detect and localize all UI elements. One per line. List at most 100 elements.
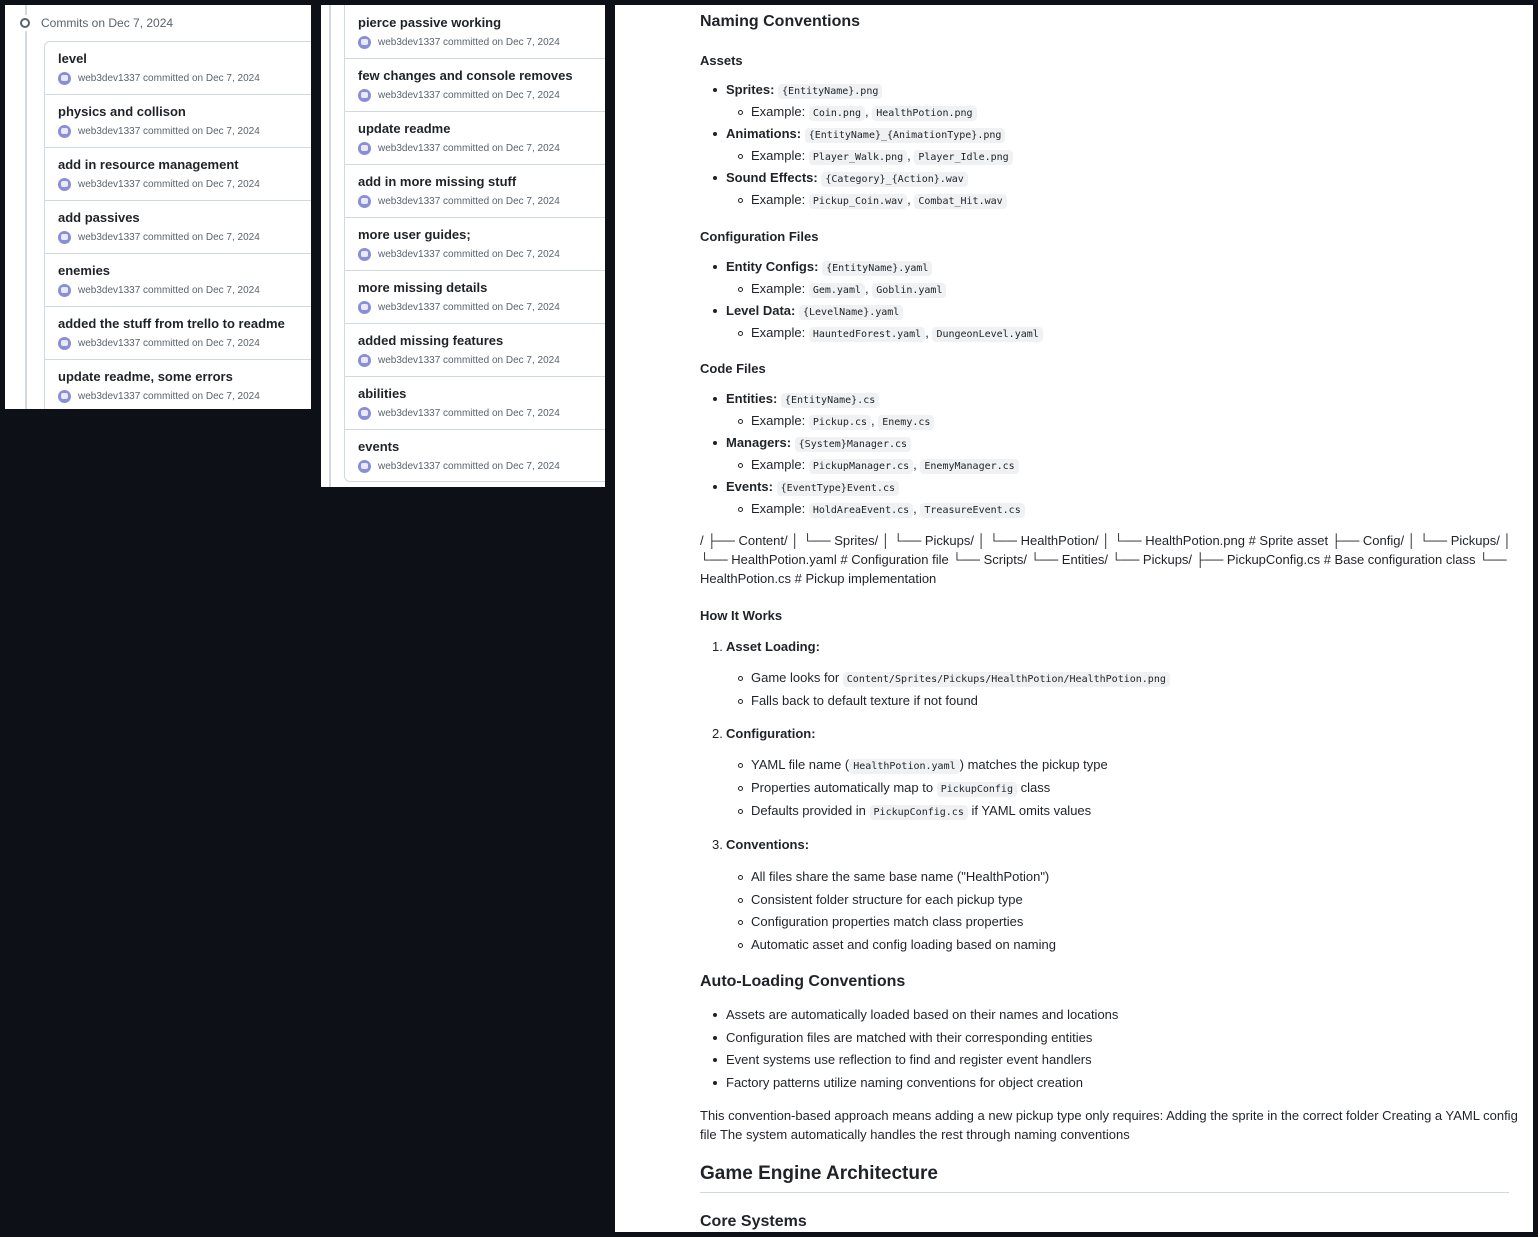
list-item: Managers: {System}Manager.cs [700, 433, 1509, 455]
code-span: {EntityName}_{AnimationType}.png [804, 128, 1006, 143]
avatar[interactable] [58, 125, 71, 138]
example-label: Example: [751, 104, 806, 119]
commit-title[interactable]: level [58, 51, 311, 67]
code-span: Combat_Hit.wav [914, 194, 1007, 209]
avatar[interactable] [58, 231, 71, 244]
avatar[interactable] [358, 248, 371, 261]
summary-paragraph: This convention-based approach means add… [700, 1106, 1518, 1144]
code-span: {EntityName}.yaml [822, 261, 933, 276]
commit-item[interactable]: abilities web3dev1337 committed on Dec 7… [345, 377, 605, 430]
commit-item[interactable]: enemies web3dev1337 committed on Dec 7, … [45, 254, 311, 307]
list-item: Entities: {EntityName}.cs [700, 389, 1509, 411]
commit-title[interactable]: physics and collison [58, 104, 311, 120]
step-3-list: All files share the same base name ("Hea… [700, 867, 1509, 957]
commit-title[interactable]: add in resource management [58, 157, 311, 173]
commit-item[interactable]: add in resource management web3dev1337 c… [45, 148, 311, 201]
commit-meta: web3dev1337 committed on Dec 7, 2024 [378, 355, 560, 366]
commit-meta: web3dev1337 committed on Dec 7, 2024 [378, 302, 560, 313]
commit-meta: web3dev1337 committed on Dec 7, 2024 [78, 73, 260, 84]
tree-line: └── HealthPotion.yaml # Configuration fi… [700, 552, 1507, 567]
list-item: Factory patterns utilize naming conventi… [700, 1073, 1509, 1096]
auto-loading-list: Assets are automatically loaded based on… [700, 1005, 1509, 1096]
commit-title[interactable]: update readme [358, 121, 605, 137]
text: if YAML omits values [971, 803, 1092, 818]
example-label: Example: [751, 281, 806, 296]
list-item: Events: {EventType}Event.cs [700, 477, 1509, 499]
commit-title[interactable]: pierce passive working [358, 15, 605, 31]
avatar[interactable] [58, 284, 71, 297]
avatar[interactable] [58, 337, 71, 350]
commit-item[interactable]: more missing details web3dev1337 committ… [345, 271, 605, 324]
code-span: PickupConfig.cs [869, 805, 968, 820]
list-item: YAML file name (HealthPotion.yaml) match… [700, 755, 1509, 778]
list-item: Sound Effects: {Category}_{Action}.wav [700, 168, 1509, 190]
commit-title[interactable]: update readme, some errors [58, 369, 311, 385]
sprites-label: Sprites: [726, 82, 775, 97]
code-files-list: Entities: {EntityName}.cs Example: Picku… [700, 389, 1509, 521]
commit-item[interactable]: update readme web3dev1337 committed on D… [345, 112, 605, 165]
code-span: {System}Manager.cs [794, 437, 912, 452]
list-item: Entity Configs: {EntityName}.yaml [700, 257, 1509, 279]
avatar[interactable] [358, 195, 371, 208]
timeline-line [25, 5, 27, 409]
avatar[interactable] [58, 178, 71, 191]
commit-item[interactable]: physics and collison web3dev1337 committ… [45, 95, 311, 148]
commit-item[interactable]: few changes and console removes web3dev1… [345, 59, 605, 112]
list-item: Example: Pickup.cs, Enemy.cs [700, 411, 1509, 433]
code-span: HauntedForest.yaml [808, 327, 926, 342]
avatar[interactable] [58, 72, 71, 85]
commit-item[interactable]: add in more missing stuff web3dev1337 co… [345, 165, 605, 218]
list-item: Example: Pickup_Coin.wav, Combat_Hit.wav [700, 190, 1509, 212]
commit-item[interactable]: events web3dev1337 committed on Dec 7, 2… [345, 430, 605, 483]
commit-item[interactable]: added the stuff from trello to readme we… [45, 307, 311, 360]
commit-title[interactable]: more missing details [358, 280, 605, 296]
code-span: Coin.png [808, 106, 865, 121]
commit-meta: web3dev1337 committed on Dec 7, 2024 [78, 285, 260, 296]
commit-item[interactable]: update readme, some errors web3dev1337 c… [45, 360, 311, 409]
avatar[interactable] [358, 89, 371, 102]
commit-meta: web3dev1337 committed on Dec 7, 2024 [378, 196, 560, 207]
commit-title[interactable]: more user guides; [358, 227, 605, 243]
list-item: Automatic asset and config loading based… [700, 935, 1509, 958]
list-item: Example: Gem.yaml, Goblin.yaml [700, 279, 1509, 301]
avatar[interactable] [358, 354, 371, 367]
summary-line: This convention-based approach means add… [700, 1108, 1518, 1123]
list-item: Animations: {EntityName}_{AnimationType}… [700, 124, 1509, 146]
text: class [1020, 780, 1051, 795]
tree-line: / ├── Content/ │ └── Sprites/ │ └── Pick… [700, 533, 1512, 548]
commit-item[interactable]: add passives web3dev1337 committed on De… [45, 201, 311, 254]
avatar[interactable] [358, 460, 371, 473]
example-label: Example: [751, 457, 806, 472]
commit-item[interactable]: pierce passive working web3dev1337 commi… [345, 5, 605, 59]
commit-item[interactable]: added missing features web3dev1337 commi… [345, 324, 605, 377]
timeline-line [329, 5, 331, 487]
commit-item[interactable]: level web3dev1337 committed on Dec 7, 20… [45, 42, 311, 95]
step-number: 2. [712, 726, 723, 741]
avatar[interactable] [58, 390, 71, 403]
avatar[interactable] [358, 301, 371, 314]
list-item: Example: HauntedForest.yaml, DungeonLeve… [700, 323, 1509, 345]
example-label: Example: [751, 148, 806, 163]
commit-title[interactable]: enemies [58, 263, 311, 279]
text: Game looks for [751, 670, 840, 685]
avatar[interactable] [358, 36, 371, 49]
commit-title[interactable]: added the stuff from trello to readme [58, 316, 311, 332]
commit-meta: web3dev1337 committed on Dec 7, 2024 [378, 90, 560, 101]
commit-title[interactable]: abilities [358, 386, 605, 402]
avatar[interactable] [358, 407, 371, 420]
heading-divider [700, 1192, 1509, 1193]
code-span: {LevelName}.yaml [799, 305, 904, 320]
commit-title[interactable]: add in more missing stuff [358, 174, 605, 190]
commit-title[interactable]: added missing features [358, 333, 605, 349]
commit-title[interactable]: few changes and console removes [358, 68, 605, 84]
entity-configs-label: Entity Configs: [726, 259, 819, 274]
commit-title[interactable]: add passives [58, 210, 311, 226]
commit-meta: web3dev1337 committed on Dec 7, 2024 [78, 232, 260, 243]
commit-title[interactable]: events [358, 439, 605, 455]
commits-panel-left: Commits on Dec 7, 2024 level web3dev1337… [5, 5, 311, 409]
commit-item[interactable]: more user guides; web3dev1337 committed … [345, 218, 605, 271]
commit-meta: web3dev1337 committed on Dec 7, 2024 [78, 338, 260, 349]
list-item: Configuration files are matched with the… [700, 1028, 1509, 1051]
example-label: Example: [751, 325, 806, 340]
avatar[interactable] [358, 142, 371, 155]
